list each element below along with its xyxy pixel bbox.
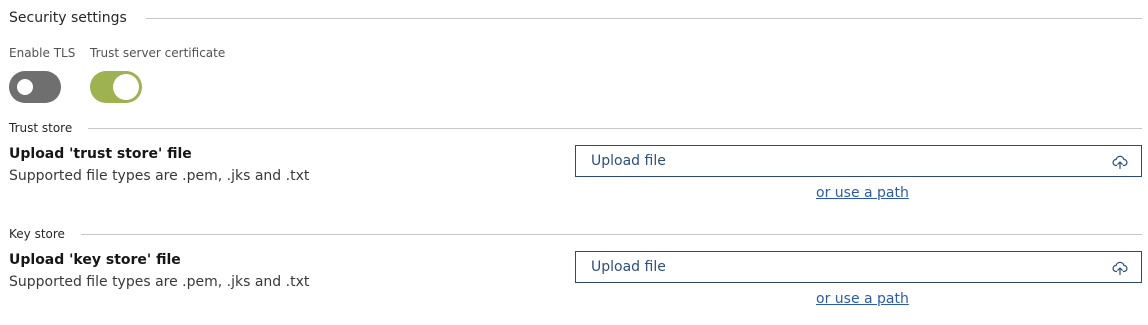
key-store-use-path-link[interactable]: or use a path [816,291,909,307]
trust-server-certificate-label: Trust server certificate [90,46,226,60]
trust-server-certificate-group: Trust server certificate [90,46,226,103]
enable-tls-group: Enable TLS [9,46,76,103]
trust-store-section-label: Trust store [9,121,73,135]
key-store-section-label: Key store [9,227,65,241]
divider [88,127,1142,129]
key-store-description: Supported file types are .pem, .jks and … [9,274,310,290]
enable-tls-toggle[interactable] [9,71,61,103]
trust-store-upload-button[interactable]: Upload file [575,145,1142,177]
divider [145,17,1142,19]
security-settings-title: Security settings [9,10,127,26]
divider [80,233,1142,235]
trust-server-certificate-toggle[interactable] [90,71,142,103]
key-store-title: Upload 'key store' file [9,252,181,268]
key-store-header: Key store [9,226,1142,242]
trust-store-row: Upload 'trust store' file Supported file… [9,145,1142,209]
cloud-upload-icon [1112,261,1128,276]
toggle-knob [17,79,33,95]
key-store-upload-button[interactable]: Upload file [575,251,1142,283]
toggle-knob [113,74,139,100]
security-settings-header: Security settings [9,9,1142,27]
upload-button-label: Upload file [591,153,666,169]
security-settings-panel: Security settings Enable TLS Trust serve… [0,0,1148,325]
trust-store-title: Upload 'trust store' file [9,146,192,162]
enable-tls-label: Enable TLS [9,46,76,60]
trust-store-header: Trust store [9,120,1142,136]
cloud-upload-icon [1112,155,1128,170]
trust-store-use-path-link[interactable]: or use a path [816,185,909,201]
upload-button-label: Upload file [591,259,666,275]
key-store-row: Upload 'key store' file Supported file t… [9,251,1142,315]
trust-store-description: Supported file types are .pem, .jks and … [9,168,310,184]
